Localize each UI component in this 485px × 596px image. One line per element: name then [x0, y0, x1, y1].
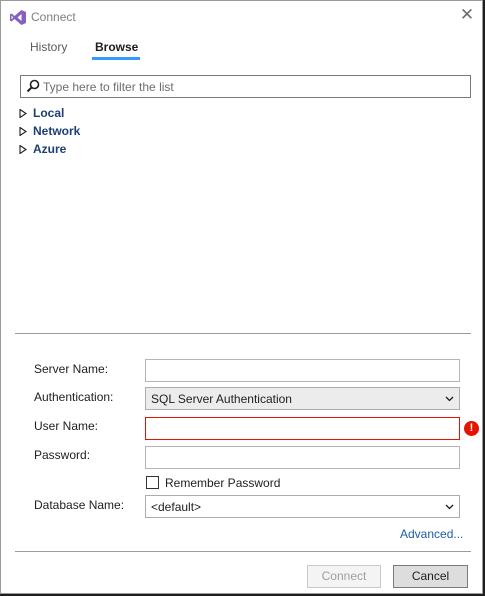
tree-item-label: Network	[33, 124, 81, 138]
user-name-input[interactable]	[150, 421, 450, 436]
advanced-link[interactable]: Advanced...	[400, 527, 463, 541]
password-field[interactable]	[145, 446, 460, 469]
user-name-label: User Name:	[34, 419, 99, 433]
chevron-down-icon	[445, 396, 454, 402]
search-icon	[26, 79, 40, 93]
error-icon: !	[464, 421, 479, 436]
tree-item-label: Local	[33, 106, 65, 120]
database-name-select[interactable]: <default>	[145, 495, 460, 518]
authentication-label: Authentication:	[34, 390, 114, 404]
expand-arrow-icon[interactable]	[19, 127, 27, 136]
filter-input[interactable]	[43, 78, 463, 95]
connect-dialog: Connect ✕ History Browse Local Network A…	[0, 0, 483, 594]
divider	[15, 333, 471, 334]
visual-studio-logo-icon	[10, 10, 26, 25]
title-bar: Connect ✕	[1, 1, 484, 33]
password-label: Password:	[34, 448, 91, 462]
server-name-label: Server Name:	[34, 362, 109, 376]
expand-arrow-icon[interactable]	[19, 145, 27, 154]
server-name-field[interactable]	[145, 359, 460, 382]
chevron-down-icon	[445, 504, 454, 510]
database-name-label: Database Name:	[34, 498, 125, 512]
active-tab-indicator	[92, 57, 140, 60]
authentication-value: SQL Server Authentication	[151, 392, 292, 406]
close-icon[interactable]: ✕	[458, 6, 476, 24]
user-name-field[interactable]	[145, 417, 460, 440]
server-name-input[interactable]	[150, 363, 450, 378]
window-title: Connect	[31, 10, 76, 24]
password-input[interactable]	[150, 450, 450, 465]
remember-password-checkbox[interactable]	[146, 476, 159, 489]
tree-item-label: Azure	[33, 142, 67, 156]
filter-box[interactable]	[20, 75, 471, 98]
authentication-select[interactable]: SQL Server Authentication	[145, 387, 460, 410]
cancel-button[interactable]: Cancel	[393, 565, 468, 588]
divider	[15, 551, 471, 552]
tab-browse[interactable]: Browse	[95, 40, 138, 54]
expand-arrow-icon[interactable]	[19, 109, 27, 118]
remember-password-label[interactable]: Remember Password	[165, 476, 280, 490]
tab-history[interactable]: History	[30, 40, 67, 54]
connect-button[interactable]: Connect	[307, 565, 381, 588]
database-name-value: <default>	[151, 500, 202, 514]
